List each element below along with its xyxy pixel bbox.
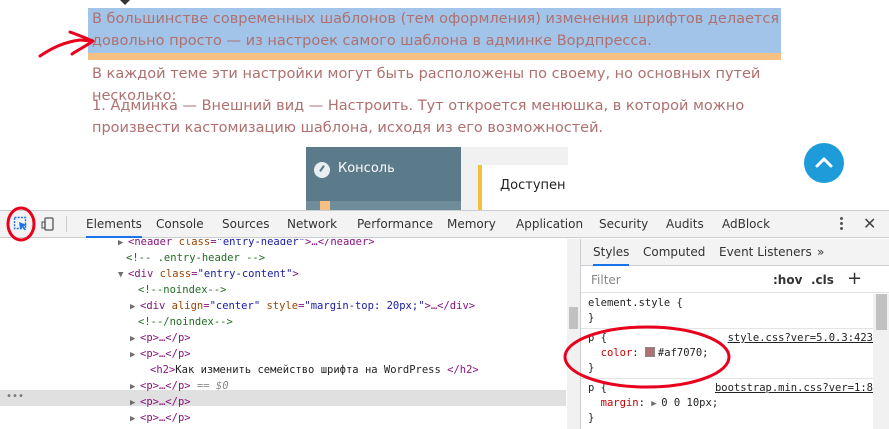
tab-memory[interactable]: Memory <box>447 211 496 238</box>
selected-node-marker: == $0 <box>190 380 229 392</box>
selection-highlight-bar <box>88 53 781 60</box>
dom-node[interactable]: ▶ <header class="entry-header">…</header> <box>118 239 375 250</box>
bootstrap-css-source-link[interactable]: bootstrap.min.css?ver=1:8 <box>715 381 873 396</box>
styles-sidebar: Styles Computed Event Listeners » Filter… <box>580 239 889 429</box>
dom-comment[interactable]: <!--noindex--> <box>138 282 227 298</box>
embedded-admin-screenshot: Консоль Доступен \ <box>306 147 568 210</box>
dom-node[interactable]: ▶ <p>…</p> <box>130 330 191 346</box>
dom-node[interactable]: ▶ <p>…</p> <box>130 346 191 362</box>
margin-value[interactable]: 0 0 10px; <box>661 397 718 409</box>
p-rule-selector: p { <box>588 332 607 344</box>
more-tabs-icon[interactable]: » <box>817 239 824 266</box>
styles-tabbar: Styles Computed Event Listeners » <box>581 239 889 266</box>
expand-triangle-icon[interactable]: ▶ <box>130 379 140 395</box>
dom-comment[interactable]: <!--/noindex--> <box>138 314 233 330</box>
dom-node[interactable]: ▶ <div align="center" style="margin-top: … <box>130 298 475 314</box>
device-toolbar-icon[interactable] <box>41 216 57 232</box>
color-value[interactable]: #af7070; <box>658 347 709 359</box>
paragraph-3[interactable]: 1. Админка — Внешний вид — Настроить. Ту… <box>92 95 792 139</box>
rule-close-brace: } <box>588 312 595 324</box>
rule-close-brace: } <box>588 412 595 424</box>
new-rule-icon[interactable]: + <box>847 268 862 289</box>
dom-node[interactable]: ▼ <div class="entry-content"> <box>118 266 299 282</box>
devtools-tabbar: Elements Console Sources Network Perform… <box>0 211 889 238</box>
collapse-triangle-icon[interactable]: ▼ <box>118 267 128 283</box>
tab-audits[interactable]: Audits <box>666 211 704 238</box>
tab-sources[interactable]: Sources <box>222 211 269 238</box>
devtools-panel: Elements Console Sources Network Perform… <box>0 210 889 429</box>
tab-performance[interactable]: Performance <box>357 211 433 238</box>
color-declaration[interactable]: color: #af7070; <box>588 346 709 361</box>
admin-notice: Доступен \ <box>478 165 568 210</box>
margin-declaration[interactable]: margin: ▶ 0 0 10px; <box>588 396 719 412</box>
styles-filter-input[interactable]: Filter <box>591 273 621 287</box>
tab-event-listeners[interactable]: Event Listeners <box>719 239 812 266</box>
chevron-up-icon <box>815 157 833 168</box>
elements-tree: ••• ▶ <header class="entry-header">…</hea… <box>0 239 580 429</box>
sidebar-accent <box>306 201 461 210</box>
margin-property: margin <box>600 397 639 409</box>
inspect-element-icon[interactable] <box>13 216 29 232</box>
styles-filter-row: Filter :hov .cls + <box>581 267 889 293</box>
tab-computed[interactable]: Computed <box>643 239 705 266</box>
expand-shorthand-icon[interactable]: ▶ <box>651 397 661 412</box>
more-options-icon[interactable] <box>840 216 844 232</box>
expand-triangle-icon[interactable]: ▶ <box>130 347 140 363</box>
styles-scrollbar[interactable] <box>873 294 889 429</box>
scroll-to-top-button[interactable] <box>804 143 844 183</box>
expand-triangle-icon[interactable]: ▶ <box>130 299 140 315</box>
dom-node[interactable]: <h2>Как изменить семейство шрифта на Wor… <box>140 362 479 378</box>
rule-close-brace: } <box>588 362 595 374</box>
selected-paragraph[interactable]: В большинстве современных шаблонов (тем … <box>88 8 781 53</box>
element-style-selector: element.style { <box>588 297 683 309</box>
css-rules: element.style { } p { style.css?ver=5.0.… <box>581 294 873 429</box>
expand-triangle-icon[interactable]: ▶ <box>130 411 140 427</box>
selected-node-highlight <box>0 390 566 406</box>
color-property: color <box>600 347 633 359</box>
tab-application[interactable]: Application <box>516 211 583 238</box>
tab-adblock[interactable]: AdBlock <box>722 211 770 238</box>
expand-triangle-icon[interactable]: ▶ <box>130 331 140 347</box>
color-swatch[interactable] <box>644 347 655 357</box>
dashboard-icon <box>314 162 330 178</box>
dom-node[interactable]: ▶ <p>…</p> <box>130 410 191 426</box>
dom-comment[interactable]: <!-- .entry-header --> <box>126 250 265 266</box>
style-css-source-link[interactable]: style.css?ver=5.0.3:423 <box>728 331 873 346</box>
toolbar-divider <box>66 216 67 232</box>
class-toggle[interactable]: .cls <box>811 273 834 287</box>
admin-sidebar: Консоль <box>306 147 461 210</box>
tab-styles[interactable]: Styles <box>593 239 630 266</box>
sidebar-label: Консоль <box>338 161 395 176</box>
elements-scrollbar[interactable] <box>567 239 580 429</box>
notice-text: Доступен \ <box>500 178 568 193</box>
tab-network[interactable]: Network <box>287 211 337 238</box>
tab-console[interactable]: Console <box>156 211 204 238</box>
tab-security[interactable]: Security <box>599 211 648 238</box>
dom-node[interactable]: ▶ <p>…</p> <box>130 394 191 410</box>
close-devtools-icon[interactable]: ✕ <box>863 215 876 233</box>
dom-node[interactable]: ▶ <p>…</p> == $0 <box>130 378 229 394</box>
webpage-viewport: В большинстве современных шаблонов (тем … <box>0 0 889 210</box>
expand-triangle-icon[interactable]: ▶ <box>130 395 140 411</box>
hover-state-toggle[interactable]: :hov <box>773 273 802 287</box>
node-actions-icon[interactable]: ••• <box>6 391 24 402</box>
tab-elements[interactable]: Elements <box>86 211 142 238</box>
p-rule-selector-bootstrap: p { <box>588 382 607 394</box>
caret-up-icon <box>120 0 130 5</box>
